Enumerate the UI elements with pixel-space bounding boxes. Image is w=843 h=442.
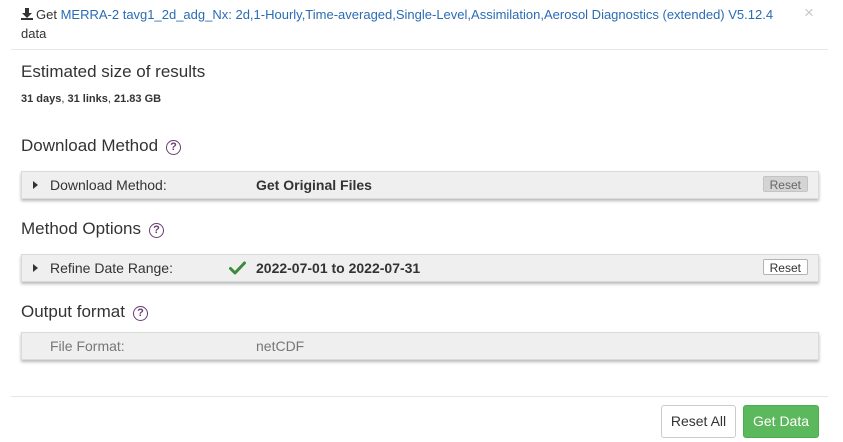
file-format-label: File Format: bbox=[50, 338, 125, 354]
output-format-title: Output format? bbox=[21, 302, 148, 322]
dataset-link[interactable]: MERRA-2 tavg1_2d_adg_Nx: 2d,1-Hourly,Tim… bbox=[61, 7, 773, 22]
output-format-title-text: Output format bbox=[21, 302, 125, 321]
help-icon[interactable]: ? bbox=[149, 223, 165, 238]
help-icon[interactable]: ? bbox=[166, 140, 182, 155]
download-method-title: Download Method? bbox=[21, 136, 182, 156]
reset-all-button[interactable]: Reset All bbox=[661, 405, 736, 438]
method-options-title-text: Method Options bbox=[21, 219, 142, 238]
refine-date-range-row[interactable]: Refine Date Range: 2022-07-01 to 2022-07… bbox=[21, 254, 819, 282]
download-method-reset-button[interactable]: Reset bbox=[762, 176, 808, 192]
refine-date-range-label: Refine Date Range: bbox=[50, 260, 173, 276]
get-data-button[interactable]: Get Data bbox=[743, 405, 819, 438]
estimate-links: 31 links bbox=[67, 93, 108, 105]
header-get-text: Get bbox=[36, 7, 57, 22]
estimate-title: Estimated size of results bbox=[21, 62, 206, 81]
file-format-value: netCDF bbox=[256, 338, 305, 354]
header-suffix: data bbox=[21, 26, 47, 41]
refine-date-range-reset-button[interactable]: Reset bbox=[762, 259, 808, 275]
dataset-header: Get MERRA-2 tavg1_2d_adg_Nx: 2d,1-Hourly… bbox=[21, 5, 801, 43]
method-options-title: Method Options? bbox=[21, 219, 165, 239]
divider bbox=[11, 396, 828, 397]
refine-date-range-value: 2022-07-01 to 2022-07-31 bbox=[256, 260, 421, 276]
divider bbox=[11, 49, 828, 50]
download-method-label: Download Method: bbox=[50, 177, 167, 193]
file-format-row: File Format: netCDF bbox=[21, 332, 819, 360]
expand-caret-icon[interactable] bbox=[33, 264, 38, 272]
checkmark-icon bbox=[229, 261, 246, 275]
download-icon bbox=[21, 8, 33, 20]
estimate-size: 21.83 GB bbox=[113, 93, 162, 105]
download-method-row[interactable]: Download Method: Get Original Files Rese… bbox=[21, 171, 819, 199]
help-icon[interactable]: ? bbox=[132, 306, 148, 321]
download-method-title-text: Download Method bbox=[21, 136, 159, 155]
estimate-days: 31 days bbox=[21, 93, 62, 105]
expand-caret-icon[interactable] bbox=[33, 181, 38, 189]
estimate-summary: 31 days, 31 links, 21.83 GB bbox=[21, 93, 162, 105]
close-icon[interactable]: × bbox=[804, 4, 814, 21]
download-method-value: Get Original Files bbox=[256, 177, 372, 193]
